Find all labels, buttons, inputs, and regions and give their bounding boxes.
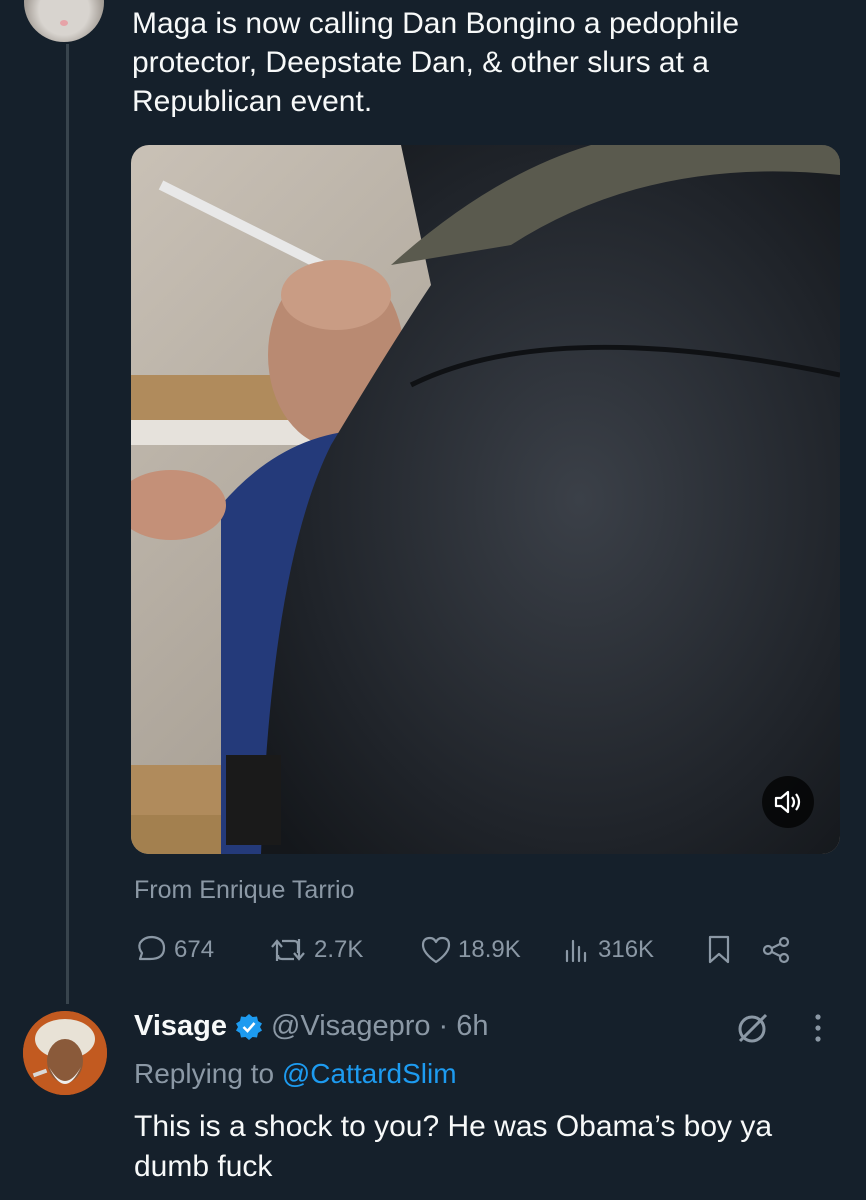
share-icon [762,936,790,964]
reply-icon [138,935,166,961]
avatar-nose [60,20,68,26]
like-count: 18.9K [458,936,521,963]
verified-badge-icon [235,1013,262,1040]
reply-avatar-image [23,1011,107,1095]
share-button[interactable] [760,934,792,966]
grok-icon[interactable] [735,1010,771,1046]
reply-author-handle[interactable]: @Visagepro [271,1010,431,1043]
reply-count: 674 [174,936,215,963]
reply-author-avatar[interactable] [23,1011,107,1095]
reply-text: This is a shock to you? He was Obama’s b… [134,1110,773,1183]
sound-icon [774,790,801,814]
tweet-text: Maga is now calling Dan Bongino a pedoph… [132,7,740,118]
video-frame [131,145,840,854]
thread-line-top [66,44,69,1004]
more-icon[interactable] [813,1012,823,1044]
bookmark-icon [708,935,730,964]
retweet-count: 2.7K [314,936,364,963]
reply-header: Visage @Visagepro · 6h [134,1010,488,1043]
like-icon [421,936,451,964]
retweet-button[interactable]: 2.7K [268,935,420,965]
tweet-actions: 674 2.7K 18.9K 316K [134,928,824,972]
views-icon [565,939,587,963]
retweet-icon [271,939,305,961]
reply-timestamp[interactable]: · 6h [438,1010,488,1043]
video-source-label: From Enrique Tarrio [134,876,355,904]
like-button[interactable]: 18.9K [420,935,562,965]
reply-author-name[interactable]: Visage [134,1010,227,1043]
replying-to-mention[interactable]: @CattardSlim [282,1058,457,1089]
author-avatar[interactable] [22,0,106,44]
views-count: 316K [598,936,655,963]
views-button[interactable]: 316K [562,935,704,965]
reply-header-icons [735,1010,823,1046]
tweet-video[interactable] [131,145,840,854]
replying-to-line: Replying to @CattardSlim [134,1058,457,1090]
reply-button[interactable]: 674 [134,934,268,966]
sound-toggle-button[interactable] [762,776,814,828]
replying-to-prefix: Replying to [134,1058,275,1089]
bookmark-button[interactable] [704,934,760,966]
